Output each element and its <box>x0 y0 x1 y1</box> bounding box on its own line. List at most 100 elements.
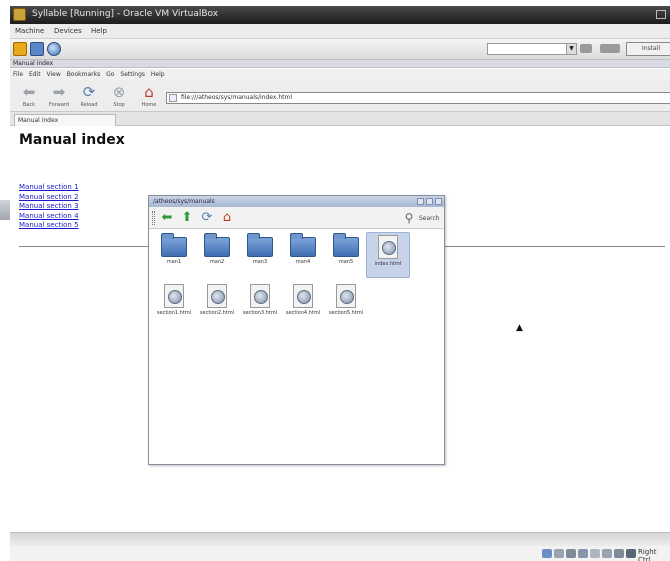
fm-reload-icon[interactable]: ⟳ <box>199 210 215 226</box>
host-key-label: Right Ctrl <box>638 548 657 561</box>
back-button[interactable]: ⬅ Back <box>14 81 44 111</box>
guest-menu-view[interactable]: View <box>47 71 61 78</box>
mouse-integration-icon[interactable] <box>626 549 636 558</box>
link-section-5[interactable]: Manual section 5 <box>19 221 79 231</box>
settings-icon[interactable] <box>13 42 27 56</box>
display-icon[interactable] <box>602 549 612 558</box>
stop-icon: ⊗ <box>112 83 126 101</box>
fm-file-section4[interactable]: section4.html <box>281 282 325 328</box>
html-file-icon <box>250 284 270 308</box>
vbox-menu-bar: Machine Devices Help <box>10 24 670 39</box>
home-label: Home <box>141 102 157 108</box>
fm-item-label: section5.html <box>328 310 364 316</box>
arrow-right-icon: ➡ <box>52 83 66 101</box>
maximize-icon[interactable] <box>426 198 433 205</box>
network-status-icon[interactable] <box>578 549 588 558</box>
fm-up-icon[interactable]: ⬆ <box>179 210 195 226</box>
capture-icon[interactable] <box>614 549 624 558</box>
guest-menu-help[interactable]: Help <box>151 71 165 78</box>
html-file-icon <box>378 235 398 259</box>
fm-back-icon[interactable]: ⬅ <box>159 210 175 226</box>
link-section-1[interactable]: Manual section 1 <box>19 183 79 193</box>
file-manager-window: /atheos/sys/manuals ⬅ ⬆ ⟳ ⌂ ⚲ Search man… <box>148 195 445 465</box>
html-file-icon <box>164 284 184 308</box>
close-icon[interactable] <box>435 198 442 205</box>
address-input[interactable]: file:///atheos/sys/manuals/index.html <box>166 92 670 104</box>
home-button[interactable]: ⌂ Home <box>134 81 164 111</box>
guest-menu-file[interactable]: File <box>13 71 23 78</box>
chevron-down-icon[interactable]: ▼ <box>566 44 576 54</box>
fm-folder-man3[interactable]: man3 <box>238 233 282 279</box>
fm-file-index-html[interactable]: index.html <box>366 232 410 278</box>
link-section-4[interactable]: Manual section 4 <box>19 212 79 222</box>
fm-file-section5[interactable]: section5.html <box>324 282 368 328</box>
usb-icon[interactable] <box>566 549 576 558</box>
browser-toolbar: ⬅ Back ➡ Forward ⟳ Reload ⊗ Stop ⌂ Home … <box>10 80 670 112</box>
hard-disk-icon[interactable] <box>542 549 552 558</box>
guest-menu-bar: File Edit View Bookmarks Go Settings Hel… <box>10 69 670 80</box>
forward-label: Forward <box>48 102 70 108</box>
fm-file-section2[interactable]: section2.html <box>195 282 239 328</box>
install-button[interactable]: Install <box>626 42 670 56</box>
fm-folder-man5[interactable]: man5 <box>324 233 368 279</box>
network-icon[interactable] <box>47 42 61 56</box>
screen: Syllable [Running] - Oracle VM VirtualBo… <box>0 0 670 561</box>
fm-item-label: man5 <box>338 259 354 265</box>
guest-bottom-strip <box>10 532 670 546</box>
reload-icon: ⟳ <box>82 83 96 101</box>
fm-item-label: section2.html <box>199 310 235 316</box>
forward-button[interactable]: ➡ Forward <box>44 81 74 111</box>
fm-item-label: section3.html <box>242 310 278 316</box>
snapshot-icon[interactable] <box>580 44 592 53</box>
toggle-icon[interactable] <box>600 44 620 53</box>
shared-folders-icon[interactable] <box>30 42 44 56</box>
guest-menu-bookmarks[interactable]: Bookmarks <box>67 71 101 78</box>
vbox-menu-help[interactable]: Help <box>91 27 107 35</box>
reload-button[interactable]: ⟳ Reload <box>74 81 104 111</box>
vbox-menu-devices[interactable]: Devices <box>54 27 82 35</box>
optical-drive-icon[interactable] <box>554 549 564 558</box>
fm-title: /atheos/sys/manuals <box>153 198 215 205</box>
minimize-icon[interactable] <box>417 198 424 205</box>
tab-manual-index[interactable]: Manual index <box>14 114 116 126</box>
fm-toolbar: ⬅ ⬆ ⟳ ⌂ ⚲ Search <box>149 207 444 229</box>
fm-item-label: man1 <box>166 259 182 265</box>
guest-menu-edit[interactable]: Edit <box>29 71 41 78</box>
desktop-edge <box>0 200 10 220</box>
stop-label: Stop <box>113 102 125 108</box>
fm-folder-man2[interactable]: man2 <box>195 233 239 279</box>
back-label: Back <box>22 102 36 108</box>
reload-label: Reload <box>80 102 98 108</box>
guest-menu-go[interactable]: Go <box>106 71 114 78</box>
virtualbox-logo-icon <box>13 8 26 21</box>
folder-icon <box>290 233 316 257</box>
stop-button[interactable]: ⊗ Stop <box>104 81 134 111</box>
vbox-select[interactable]: ▼ <box>487 43 577 55</box>
link-section-3[interactable]: Manual section 3 <box>19 202 79 212</box>
link-section-2[interactable]: Manual section 2 <box>19 193 79 203</box>
address-text: file:///atheos/sys/manuals/index.html <box>181 94 292 101</box>
home-icon: ⌂ <box>144 83 154 101</box>
fm-home-icon[interactable]: ⌂ <box>219 210 235 226</box>
search-icon[interactable]: ⚲ <box>401 210 417 226</box>
page-heading: Manual index <box>19 132 125 148</box>
link-list: Manual section 1 Manual section 2 Manual… <box>19 183 79 231</box>
vbox-menu-machine[interactable]: Machine <box>15 27 44 35</box>
vbox-status-bar: Right Ctrl <box>10 546 670 561</box>
guest-menu-settings[interactable]: Settings <box>120 71 145 78</box>
page-icon <box>169 94 177 102</box>
guest-window-title: Manual index <box>10 60 670 68</box>
fm-title-bar[interactable]: /atheos/sys/manuals <box>149 196 444 207</box>
window-restore-icon[interactable] <box>656 10 666 19</box>
fm-file-section1[interactable]: section1.html <box>152 282 196 328</box>
fm-file-section3[interactable]: section3.html <box>238 282 282 328</box>
fm-item-label: section4.html <box>285 310 321 316</box>
fm-search-label[interactable]: Search <box>419 215 440 222</box>
folder-icon <box>333 233 359 257</box>
shared-folder-status-icon[interactable] <box>590 549 600 558</box>
mouse-cursor-icon: ▲ <box>516 323 523 333</box>
vbox-title-bar: Syllable [Running] - Oracle VM VirtualBo… <box>10 6 670 24</box>
fm-item-label: man2 <box>209 259 225 265</box>
fm-folder-man1[interactable]: man1 <box>152 233 196 279</box>
fm-folder-man4[interactable]: man4 <box>281 233 325 279</box>
